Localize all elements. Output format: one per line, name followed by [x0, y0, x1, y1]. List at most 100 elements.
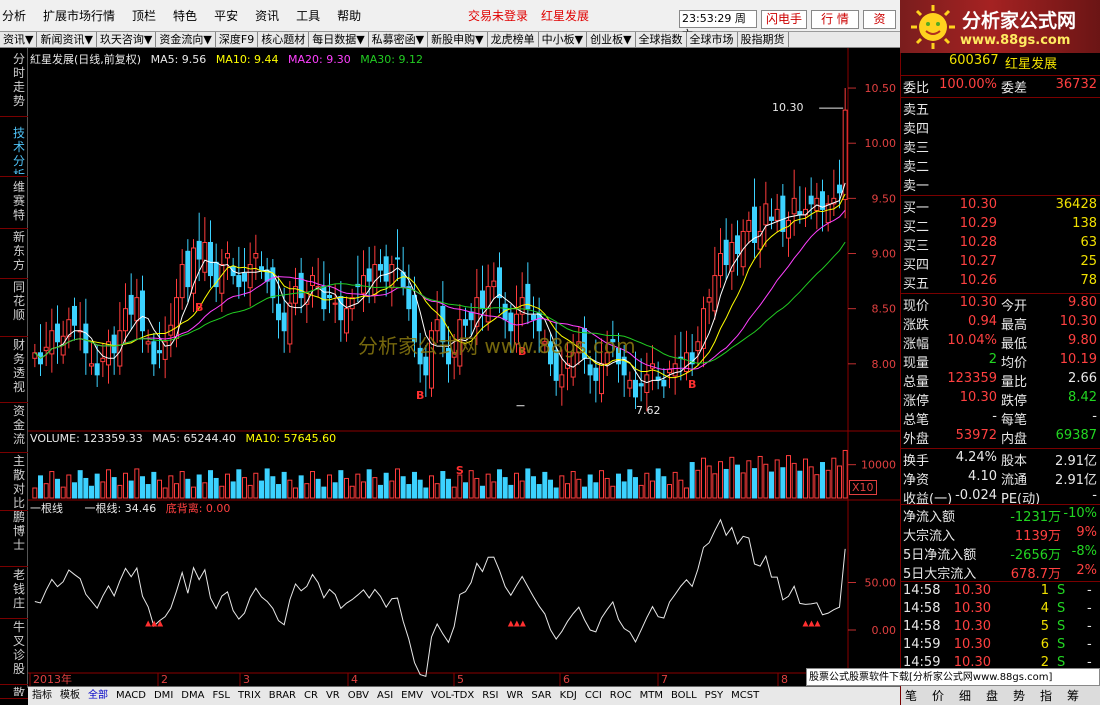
quote-bottom-btn-6[interactable]: 筹: [1067, 687, 1079, 704]
indicator-tab-指标[interactable]: 指标: [28, 687, 56, 705]
info-tab-3[interactable]: 资金流向▼: [156, 32, 216, 47]
weibi-row: 委比 100.00% 委差 36732: [901, 77, 1100, 96]
indicator-tab-dma[interactable]: DMA: [177, 687, 208, 705]
indicator-tab-模板[interactable]: 模板: [56, 687, 84, 705]
volume-bar-59: [366, 469, 372, 499]
trade-login-status[interactable]: 交易未登录: [468, 7, 528, 24]
indicator-tab-fsl[interactable]: FSL: [208, 687, 234, 705]
info-tab-0[interactable]: 资讯▼: [0, 32, 38, 47]
candle-7: [72, 305, 77, 326]
flash-trade-button[interactable]: 闪电手: [761, 10, 807, 29]
stat-label-c-1: 最高: [1001, 318, 1028, 333]
left-tab-2[interactable]: 维赛特: [11, 180, 27, 226]
quote-bottom-btn-3[interactable]: 盘: [986, 687, 998, 704]
info-tab-14[interactable]: 股指期货: [738, 32, 789, 47]
logo-url[interactable]: www.88gs.com: [960, 33, 1070, 48]
volume-bar-116: [689, 462, 695, 499]
left-tab-11[interactable]: 散户: [11, 686, 27, 696]
menu-item-6[interactable]: 工具: [296, 7, 320, 24]
menu-item-7[interactable]: 帮助: [337, 7, 361, 24]
quote-bottom-btn-2[interactable]: 细: [959, 687, 971, 704]
indicator-tab-全部[interactable]: 全部: [84, 687, 112, 705]
candle-39: [253, 253, 259, 259]
info-tab-6[interactable]: 每日数据▼: [309, 32, 369, 47]
volume-bar-8: [77, 470, 83, 499]
info-tab-10[interactable]: 中小板▼: [539, 32, 588, 47]
info-tab-5[interactable]: 核心题材: [258, 32, 310, 47]
current-stock-name: 红星发展: [541, 9, 590, 23]
left-tab-9[interactable]: 老钱庄: [11, 568, 27, 616]
indicator-tab-wr[interactable]: WR: [502, 687, 527, 705]
menu-item-3[interactable]: 特色: [173, 7, 197, 24]
quote-bottom-btn-4[interactable]: 势: [1013, 687, 1025, 704]
menu-item-2[interactable]: 顶栏: [132, 7, 156, 24]
volume-bar-85: [514, 472, 519, 499]
left-tab-7[interactable]: 主散对比: [11, 454, 27, 508]
volume-bar-72: [440, 471, 446, 499]
indicator-tab-rsi[interactable]: RSI: [478, 687, 502, 705]
left-tab-10[interactable]: 牛叉诊股: [11, 620, 27, 682]
indicator-tab-roc[interactable]: ROC: [606, 687, 636, 705]
volume-bar-93: [559, 475, 565, 499]
menu-item-5[interactable]: 资讯: [255, 7, 279, 24]
buys-divider: [901, 293, 1100, 294]
volume-bar-56: [349, 485, 355, 499]
volume-bar-124: [735, 464, 740, 499]
flow-row-2: 5日净流入额 -2656万 -8%: [901, 544, 1100, 563]
info-tab-4[interactable]: 深度F9: [216, 32, 259, 47]
indicator-tab-sar[interactable]: SAR: [527, 687, 555, 705]
quote-button[interactable]: 行 情: [811, 10, 859, 29]
indicator-tab-mtm[interactable]: MTM: [636, 687, 667, 705]
left-tab-1[interactable]: 技术分析: [11, 126, 27, 174]
indicator-tab-dmi[interactable]: DMI: [150, 687, 177, 705]
info-tab-8[interactable]: 新股申购▼: [428, 32, 488, 47]
left-tab-4[interactable]: 同花顺: [11, 280, 27, 334]
info-tab-9[interactable]: 龙虎榜单: [488, 32, 539, 47]
volume-bar-96: [576, 478, 582, 499]
indicator-tab-trix[interactable]: TRIX: [234, 687, 265, 705]
info-tab-13[interactable]: 全球市场: [687, 32, 738, 47]
info-tab-2[interactable]: 玖天咨询▼: [97, 32, 157, 47]
menu-list: 分析 扩展市场行情 顶栏 特色 平安 资讯 工具 帮助: [2, 7, 378, 24]
bottom-banner[interactable]: 股票公式股票软件下载[分析家公式网www.88gs.com]: [806, 668, 1100, 686]
left-tab-3[interactable]: 新东方: [11, 230, 27, 276]
indicator-tab-vol-tdx[interactable]: VOL-TDX: [427, 687, 478, 705]
info-tab-11[interactable]: 创业板▼: [587, 32, 636, 47]
candle-2: [43, 346, 49, 352]
indicator-tab-obv[interactable]: OBV: [344, 687, 373, 705]
left-tab-6[interactable]: 资金流: [11, 404, 27, 450]
info-tab-7[interactable]: 私募密函▼: [369, 32, 429, 47]
indicator-tab-psy[interactable]: PSY: [701, 687, 728, 705]
price-axis-label-1: 10.00: [865, 137, 897, 150]
indicator-tab-kdj[interactable]: KDJ: [556, 687, 581, 705]
indicator-tab-asi[interactable]: ASI: [373, 687, 397, 705]
left-tab-0[interactable]: 分时走势: [11, 52, 27, 114]
buy-volume-0: 36428: [1055, 197, 1097, 212]
indicator-tab-vr[interactable]: VR: [322, 687, 344, 705]
indicator-tab-cr[interactable]: CR: [300, 687, 322, 705]
indicator-tab-mcst[interactable]: MCST: [727, 687, 763, 705]
indicator-tab-macd[interactable]: MACD: [112, 687, 150, 705]
menu-item-1[interactable]: 扩展市场行情: [43, 7, 115, 24]
menu-item-4[interactable]: 平安: [214, 7, 238, 24]
indicator-tab-boll[interactable]: BOLL: [667, 687, 701, 705]
quote-bottom-btn-1[interactable]: 价: [932, 687, 944, 704]
left-tab-8[interactable]: 鹏博士: [11, 510, 27, 564]
candle-81: [491, 280, 497, 288]
info-button[interactable]: 资: [863, 10, 896, 29]
info-tab-1[interactable]: 新闻资讯▼: [37, 32, 97, 47]
indicator-tab-brar[interactable]: BRAR: [265, 687, 300, 705]
info-tab-12[interactable]: 全球指数: [636, 32, 687, 47]
menu-item-0[interactable]: 分析: [2, 7, 26, 24]
quote-bottom-btn-5[interactable]: 指: [1040, 687, 1052, 704]
indicator-tab-cci[interactable]: CCI: [581, 687, 606, 705]
indicator-tab-emv[interactable]: EMV: [397, 687, 427, 705]
quote-bottom-btn-0[interactable]: 笔: [905, 687, 917, 704]
left-tab-5[interactable]: 财务透视: [11, 338, 27, 400]
tick-time-2: 14:58: [903, 619, 941, 634]
volume-bar-118: [701, 457, 706, 499]
stat-label-a-2: 涨幅: [903, 337, 930, 352]
candle-98: [587, 364, 593, 376]
chart-canvas[interactable]: 10.5010.009.509.008.508.00BBBBS 1000050.0…: [28, 48, 900, 686]
candle-9: [83, 323, 89, 354]
